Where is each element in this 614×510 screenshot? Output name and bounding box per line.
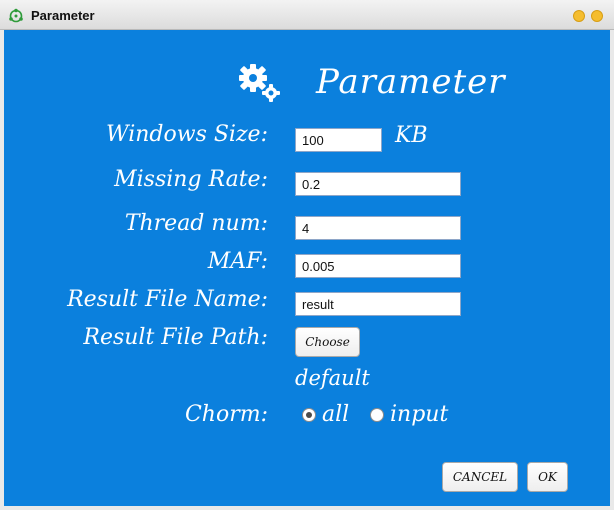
page-title: Parameter: [316, 62, 506, 102]
chorm-option-input[interactable]: input: [370, 402, 448, 427]
all-radio-label: all: [322, 402, 350, 427]
maf-label: MAF:: [207, 249, 268, 274]
maf-input[interactable]: [295, 254, 461, 278]
window-size-unit: KB: [395, 123, 428, 148]
app-icon: [9, 8, 23, 23]
window-size-label: Windows Size:: [105, 122, 268, 147]
maximize-button[interactable]: [591, 10, 603, 22]
chorm-label: Chorm:: [184, 402, 268, 427]
window-size-input[interactable]: [295, 128, 382, 152]
missing-rate-label: Missing Rate:: [114, 167, 268, 192]
title-bar[interactable]: Parameter: [0, 0, 614, 30]
result-file-path-label: Result File Path:: [83, 325, 268, 350]
result-file-path-value: default: [295, 366, 370, 390]
input-radio-label: input: [390, 402, 449, 427]
minimize-button[interactable]: [573, 10, 585, 22]
input-radio[interactable]: [370, 407, 384, 422]
result-file-name-label: Result File Name:: [67, 287, 268, 312]
thread-num-input[interactable]: [295, 216, 461, 240]
choose-button[interactable]: Choose: [295, 327, 360, 357]
ok-button[interactable]: OK: [527, 462, 568, 492]
dialog-content: Parameter Windows Size: KB Missing Rate:…: [4, 30, 610, 506]
cancel-button[interactable]: CANCEL: [442, 462, 518, 492]
result-file-name-input[interactable]: [295, 292, 461, 316]
thread-num-label: Thread num:: [124, 211, 268, 236]
parameter-window: Parameter Parameter Windows Size: 100 KB…: [0, 0, 614, 510]
chorm-option-all[interactable]: all: [302, 402, 349, 427]
window-title: Parameter: [31, 8, 95, 23]
gears-icon: [239, 64, 280, 102]
all-radio[interactable]: [302, 407, 316, 422]
missing-rate-input[interactable]: [295, 172, 461, 196]
